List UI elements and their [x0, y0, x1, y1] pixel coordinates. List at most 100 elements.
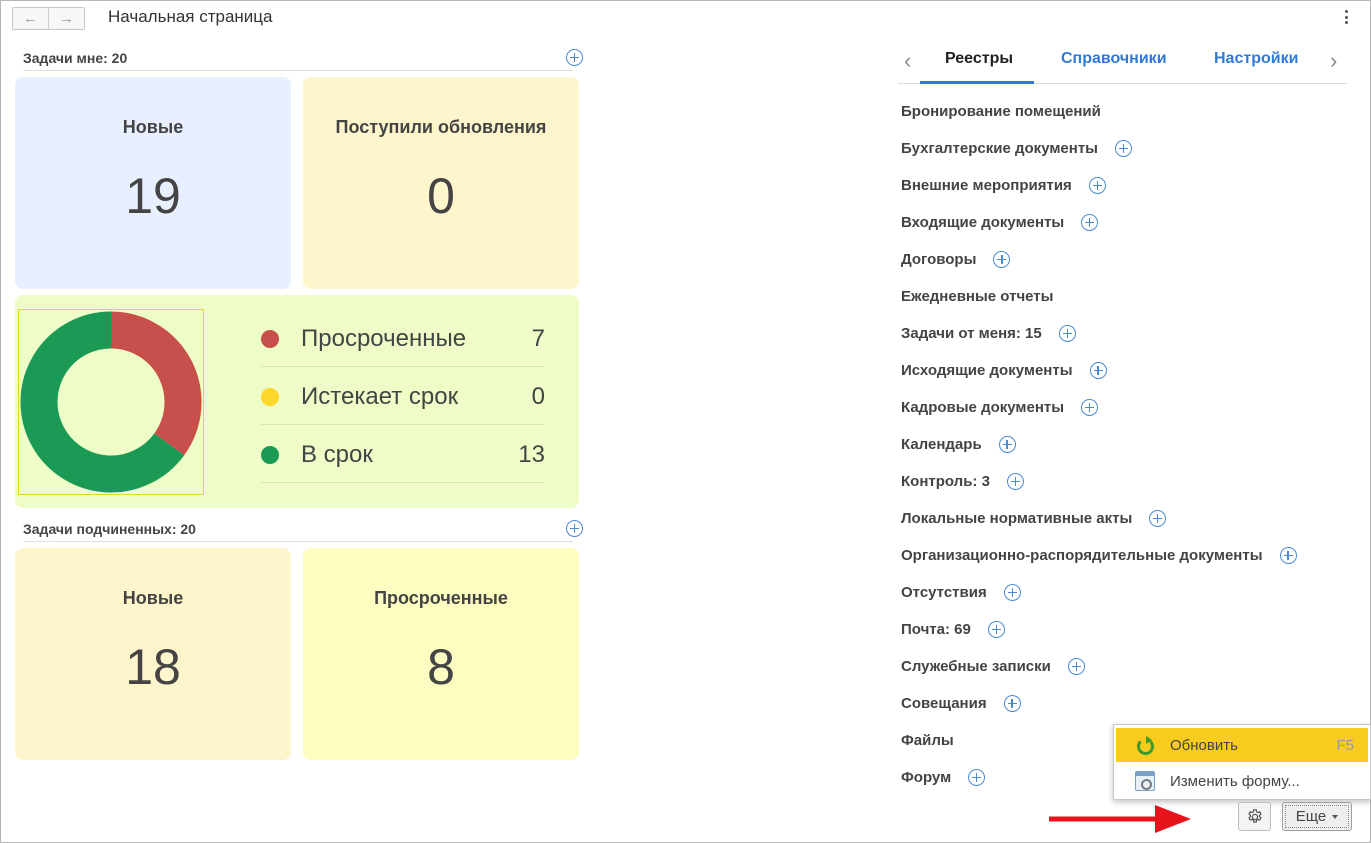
- register-item-label[interactable]: Входящие документы: [901, 214, 1064, 231]
- menu-item-label: Обновить: [1170, 736, 1238, 754]
- tab-settings[interactable]: Настройки: [1214, 50, 1298, 68]
- add-register-icon[interactable]: [1081, 214, 1099, 231]
- my-tasks-heading-label: Задачи мне: 20: [23, 50, 128, 66]
- register-item[interactable]: Бронирование помещений: [901, 93, 1361, 130]
- register-item[interactable]: Задачи от меня: 15: [901, 315, 1361, 352]
- legend-value: 13: [518, 441, 545, 468]
- add-register-icon[interactable]: [1115, 140, 1132, 157]
- registers-list: Бронирование помещений Бухгалтерские доку…: [901, 93, 1361, 796]
- add-register-icon[interactable]: [1088, 177, 1106, 194]
- register-item[interactable]: Договоры: [901, 241, 1361, 278]
- subordinates-heading: Задачи подчиненных: 20: [23, 520, 583, 542]
- register-item-label[interactable]: Файлы: [901, 732, 954, 749]
- tile-my-updates[interactable]: Поступили обновления 0: [303, 77, 579, 289]
- legend-row-on-time[interactable]: В срок 13: [261, 425, 545, 483]
- active-tab-indicator: [920, 81, 1034, 84]
- register-item[interactable]: Ежедневные отчеты: [901, 278, 1361, 315]
- register-item-label[interactable]: Локальные нормативные акты: [901, 510, 1132, 527]
- chevron-left-icon[interactable]: ‹: [904, 48, 911, 74]
- main-window: ← → Начальная страница Задачи мне: 20 Но…: [0, 0, 1371, 843]
- register-item[interactable]: Организационно-распорядительные документ…: [901, 537, 1361, 574]
- gear-icon: [1247, 808, 1262, 823]
- arrow-left-icon: ←: [23, 10, 38, 27]
- register-item[interactable]: Локальные нормативные акты: [901, 500, 1361, 537]
- focus-ring: [1285, 805, 1349, 828]
- tile-value: 18: [125, 639, 181, 695]
- legend-row-expiring[interactable]: Истекает срок 0: [261, 367, 545, 425]
- add-register-icon[interactable]: [968, 769, 986, 786]
- register-item[interactable]: Служебные записки: [901, 648, 1361, 685]
- add-register-icon[interactable]: [1003, 584, 1021, 601]
- legend-value: 0: [531, 383, 545, 410]
- page-title: Начальная страница: [108, 7, 273, 26]
- chevron-right-icon[interactable]: ›: [1330, 48, 1337, 74]
- legend-row-overdue[interactable]: Просроченные 7: [261, 309, 545, 367]
- donut-chart[interactable]: [19, 310, 205, 496]
- register-item-label[interactable]: Форум: [901, 769, 951, 786]
- register-item-label[interactable]: Организационно-распорядительные документ…: [901, 547, 1263, 564]
- add-register-icon[interactable]: [1003, 695, 1021, 712]
- register-item-label[interactable]: Совещания: [901, 695, 987, 712]
- tab-bar: ‹ Реестры Справочники Настройки ›: [898, 42, 1347, 84]
- settings-button[interactable]: [1238, 802, 1271, 831]
- register-item-label[interactable]: Отсутствия: [901, 584, 987, 601]
- navigation-buttons: ← →: [12, 7, 85, 30]
- register-item-label[interactable]: Задачи от меня: 15: [901, 325, 1042, 342]
- add-register-icon[interactable]: [1279, 547, 1297, 564]
- forward-button[interactable]: →: [49, 8, 84, 29]
- register-item-label[interactable]: Исходящие документы: [901, 362, 1073, 379]
- register-item-label[interactable]: Служебные записки: [901, 658, 1051, 675]
- menu-item-refresh[interactable]: Обновить F5: [1116, 728, 1368, 762]
- add-register-icon[interactable]: [1149, 510, 1167, 527]
- donut-slice[interactable]: [110, 311, 202, 456]
- add-register-icon[interactable]: [1067, 658, 1085, 675]
- legend-label: Истекает срок: [301, 383, 459, 410]
- add-register-icon[interactable]: [987, 621, 1005, 638]
- add-register-icon[interactable]: [998, 436, 1016, 453]
- register-item[interactable]: Исходящие документы: [901, 352, 1361, 389]
- register-item-label[interactable]: Бронирование помещений: [901, 103, 1101, 120]
- register-item-label[interactable]: Договоры: [901, 251, 976, 268]
- register-item[interactable]: Внешние мероприятия: [901, 167, 1361, 204]
- form-settings-icon: [1135, 771, 1155, 791]
- register-item[interactable]: Контроль: 3: [901, 463, 1361, 500]
- register-item-label[interactable]: Бухгалтерские документы: [901, 140, 1098, 157]
- register-item[interactable]: Совещания: [901, 685, 1361, 722]
- tab-registers[interactable]: Реестры: [945, 50, 1013, 68]
- tile-value: 0: [427, 168, 455, 224]
- register-item-label[interactable]: Кадровые документы: [901, 399, 1064, 416]
- add-register-icon[interactable]: [993, 251, 1011, 268]
- tile-label: Поступили обновления: [335, 117, 547, 137]
- add-register-icon[interactable]: [1081, 399, 1099, 416]
- add-register-icon[interactable]: [1089, 362, 1107, 379]
- add-subordinate-task-icon[interactable]: [566, 520, 583, 537]
- legend-dot: [261, 446, 279, 464]
- add-my-task-icon[interactable]: [566, 49, 583, 66]
- tile-subordinates-overdue[interactable]: Просроченные 8: [303, 548, 579, 760]
- register-item[interactable]: Бухгалтерские документы: [901, 130, 1361, 167]
- register-item[interactable]: Календарь: [901, 426, 1361, 463]
- register-item[interactable]: Входящие документы: [901, 204, 1361, 241]
- tile-value: 8: [427, 639, 455, 695]
- register-item-label[interactable]: Почта: 69: [901, 621, 971, 638]
- register-item-label[interactable]: Календарь: [901, 436, 982, 453]
- legend-dot: [261, 330, 279, 348]
- back-button[interactable]: ←: [13, 8, 49, 29]
- register-item[interactable]: Почта: 69: [901, 611, 1361, 648]
- register-item-label[interactable]: Контроль: 3: [901, 473, 990, 490]
- kebab-icon[interactable]: [1344, 10, 1348, 24]
- tab-directories[interactable]: Справочники: [1061, 50, 1167, 68]
- add-register-icon[interactable]: [1058, 325, 1076, 342]
- tile-subordinates-new[interactable]: Новые 18: [15, 548, 291, 760]
- legend-dot: [261, 388, 279, 406]
- add-register-icon[interactable]: [1006, 473, 1024, 490]
- register-item-label[interactable]: Внешние мероприятия: [901, 177, 1072, 194]
- more-button[interactable]: Еще: [1282, 802, 1352, 831]
- tile-my-new[interactable]: Новые 19: [15, 77, 291, 289]
- register-item[interactable]: Кадровые документы: [901, 389, 1361, 426]
- register-item[interactable]: Отсутствия: [901, 574, 1361, 611]
- menu-item-edit-form[interactable]: Изменить форму...: [1116, 764, 1368, 798]
- register-item-label[interactable]: Ежедневные отчеты: [901, 288, 1053, 305]
- donut-chart-frame: [18, 309, 204, 495]
- menu-shortcut: F5: [1336, 736, 1354, 754]
